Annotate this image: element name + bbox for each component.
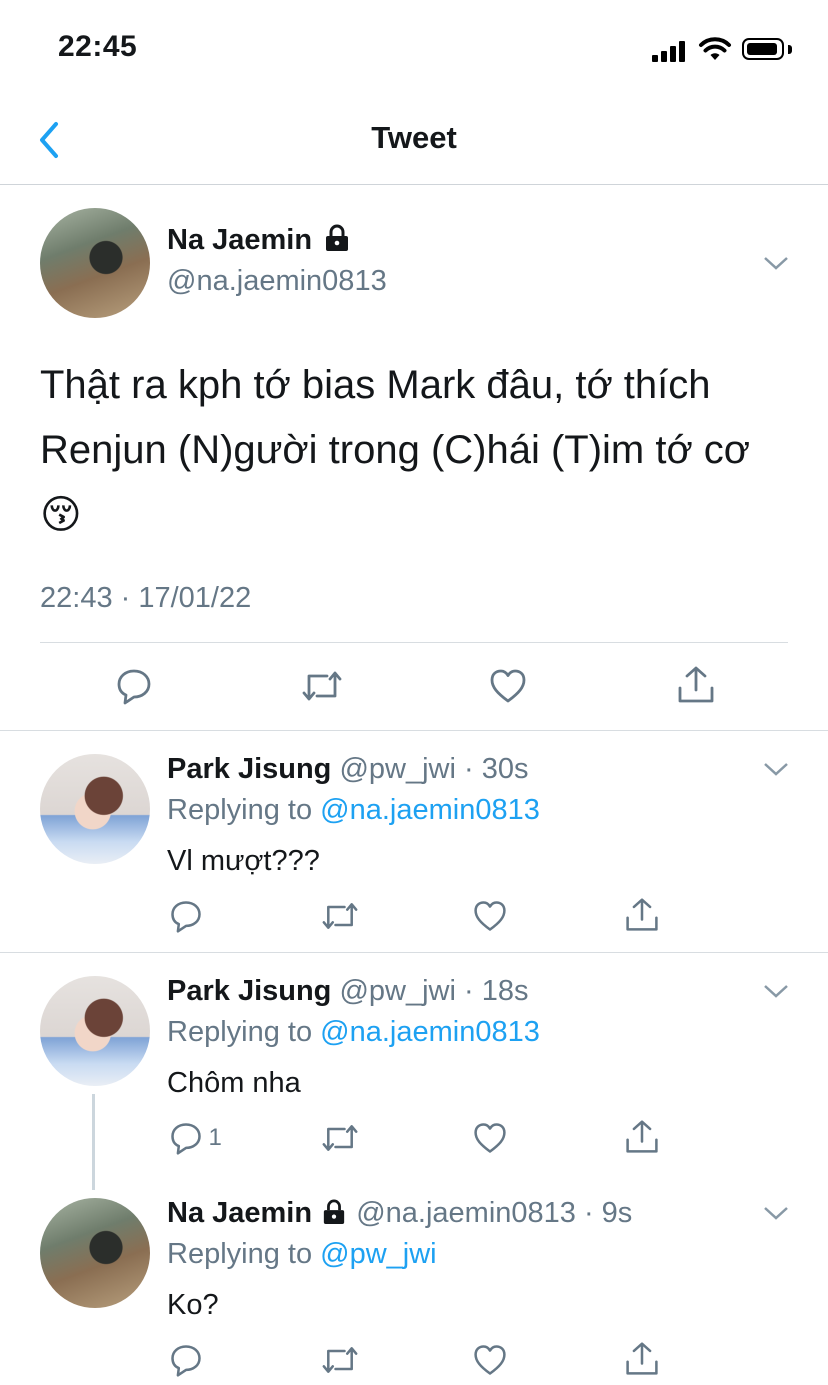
reply-author-row[interactable]: Park Jisung @pw_jwi · 30s — [167, 753, 528, 786]
like-button[interactable] — [472, 1120, 508, 1161]
lock-icon — [326, 224, 349, 251]
tweet-text: Thật ra kph tớ bias Mark đâu, tớ thích R… — [40, 363, 751, 537]
status-time: 22:45 — [58, 30, 138, 63]
reply-button[interactable] — [114, 666, 154, 711]
share-icon — [678, 666, 714, 703]
tweet-divider — [40, 642, 788, 643]
more-options-chevron[interactable] — [762, 982, 790, 1005]
battery-icon — [742, 38, 784, 60]
like-button[interactable] — [472, 1342, 508, 1383]
retweet-icon — [322, 1347, 358, 1373]
divider — [0, 730, 828, 731]
retweet-button[interactable] — [320, 898, 360, 939]
wifi-icon — [698, 36, 732, 67]
chevron-down-icon — [764, 985, 788, 998]
retweet-button[interactable] — [320, 1342, 360, 1383]
author-handle: @na.jaemin0813 — [167, 265, 387, 297]
reply-icon — [171, 1345, 201, 1377]
reply-author-row[interactable]: Na Jaemin @na.jaemin0813 · 9s — [167, 1197, 632, 1230]
retweet-button[interactable] — [320, 1120, 360, 1161]
author-name-row[interactable]: Na Jaemin — [167, 224, 350, 257]
replying-label: Replying to — [167, 1238, 313, 1270]
more-options-chevron[interactable] — [762, 760, 790, 783]
avatar[interactable] — [40, 754, 150, 864]
retweet-button[interactable] — [300, 666, 344, 711]
reply-icon — [171, 1123, 201, 1155]
reply-handle-time: @pw_jwi · 30s — [339, 753, 529, 785]
nav-divider — [0, 184, 828, 185]
reply-icon — [171, 901, 201, 933]
page-title: Tweet — [371, 120, 457, 155]
reply-text: Chôm nha — [167, 1067, 301, 1099]
more-options-chevron[interactable] — [762, 254, 790, 277]
reply-count: 1 — [208, 1124, 222, 1151]
reply-author-row[interactable]: Park Jisung @pw_jwi · 18s — [167, 975, 528, 1008]
more-options-chevron[interactable] — [762, 1204, 790, 1227]
heart-icon — [474, 901, 506, 931]
replying-to-mention[interactable]: @pw_jwi — [320, 1238, 436, 1270]
chevron-down-icon — [764, 763, 788, 776]
replying-to-mention[interactable]: @na.jaemin0813 — [320, 1016, 540, 1048]
replying-to-line: Replying to @pw_jwi — [167, 1238, 437, 1271]
like-button[interactable] — [472, 898, 508, 939]
reply-button[interactable] — [168, 1342, 204, 1383]
replying-label: Replying to — [167, 1016, 313, 1048]
heart-icon — [490, 669, 526, 703]
battery-tip — [788, 45, 792, 54]
share-icon — [626, 1120, 658, 1153]
reply-text: Ko? — [167, 1289, 219, 1321]
replying-label: Replying to — [167, 794, 313, 826]
chevron-down-icon — [764, 257, 788, 270]
reply-author-name: Na Jaemin — [167, 1197, 313, 1229]
like-button[interactable] — [488, 666, 528, 711]
heart-icon — [474, 1345, 506, 1375]
replying-to-line: Replying to @na.jaemin0813 — [167, 1016, 540, 1049]
retweet-icon — [302, 671, 342, 701]
cellular-signal-icon — [652, 40, 686, 62]
author-name: Na Jaemin — [167, 224, 313, 256]
retweet-icon — [322, 1125, 358, 1151]
reply-author-name: Park Jisung — [167, 753, 332, 785]
reply-author-name: Park Jisung — [167, 975, 332, 1007]
share-icon — [626, 1342, 658, 1375]
reply-icon — [117, 669, 151, 705]
reply-button[interactable]: 1 — [168, 1120, 222, 1156]
retweet-icon — [322, 903, 358, 929]
lock-icon — [323, 1199, 345, 1224]
share-button[interactable] — [624, 1118, 660, 1161]
reply-button[interactable] — [168, 898, 204, 939]
share-button[interactable] — [624, 1340, 660, 1383]
replying-to-line: Replying to @na.jaemin0813 — [167, 794, 540, 827]
thread-connector-line — [92, 1094, 95, 1190]
tweet-timestamp: 22:43 · 17/01/22 — [40, 582, 252, 614]
share-button[interactable] — [624, 896, 660, 939]
replying-to-mention[interactable]: @na.jaemin0813 — [320, 794, 540, 826]
avatar[interactable] — [40, 1198, 150, 1308]
avatar[interactable] — [40, 208, 150, 318]
heart-icon — [474, 1123, 506, 1153]
reply-text: Vl mượt??? — [167, 845, 320, 877]
share-button[interactable] — [676, 664, 716, 711]
reply-handle-time: @na.jaemin0813 · 9s — [356, 1197, 633, 1229]
chevron-down-icon — [764, 1207, 788, 1220]
share-icon — [626, 898, 658, 931]
avatar[interactable] — [40, 976, 150, 1086]
reply-handle-time: @pw_jwi · 18s — [339, 975, 529, 1007]
divider — [0, 952, 828, 953]
